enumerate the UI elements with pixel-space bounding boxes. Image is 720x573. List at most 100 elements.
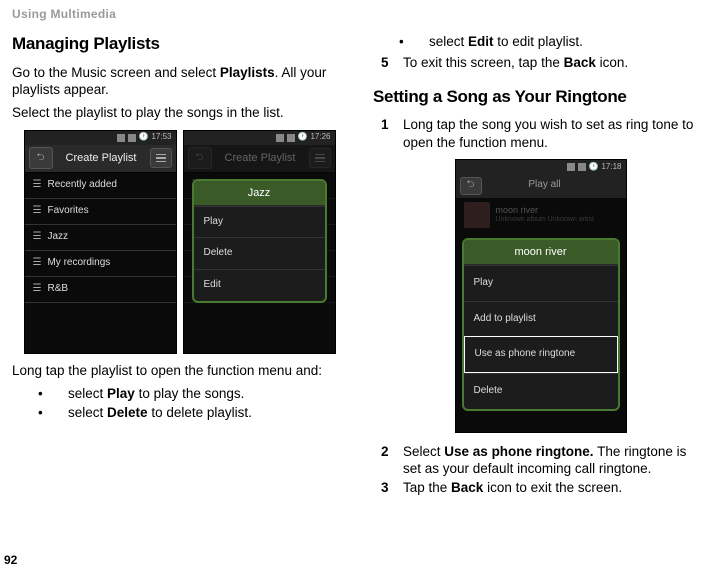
text: Long tap the song you wish to set as rin… bbox=[403, 116, 708, 151]
text: select bbox=[68, 405, 107, 420]
status-icons: 🕐 17:18 bbox=[567, 162, 622, 172]
list-label: Favorites bbox=[47, 205, 88, 218]
battery-icon bbox=[578, 163, 586, 171]
delete-bold: Delete bbox=[107, 405, 148, 420]
status-bar: 🕐 17:18 bbox=[456, 160, 626, 174]
list-item[interactable]: ☰ Favorites bbox=[25, 199, 176, 225]
context-menu-title: moon river bbox=[464, 240, 618, 265]
playlist-screenshots: 🕐 17:53 ⮌ Create Playlist ☰Recently adde… bbox=[12, 130, 347, 354]
list-item[interactable]: ☰ R&B bbox=[25, 277, 176, 303]
long-tap-para: Long tap the playlist to open the functi… bbox=[12, 362, 347, 379]
status-icons: 🕐 17:53 bbox=[117, 132, 172, 142]
text: Select bbox=[403, 444, 444, 459]
right-column: • select Edit to edit playlist. 5 To exi… bbox=[373, 29, 708, 501]
context-menu-title: Jazz bbox=[194, 181, 325, 206]
section-header: Using Multimedia bbox=[0, 0, 720, 21]
menu-item-delete[interactable]: Delete bbox=[464, 373, 618, 409]
time: 17:18 bbox=[601, 162, 621, 172]
list-label: R&B bbox=[47, 283, 68, 296]
columns: Managing Playlists Go to the Music scree… bbox=[0, 21, 720, 501]
edit-bold: Edit bbox=[468, 34, 494, 49]
text: To exit this screen, tap the bbox=[403, 55, 564, 70]
playlist-topbar: ⮌ Create Playlist bbox=[25, 145, 176, 173]
track-name: moon river bbox=[496, 205, 618, 217]
playlist-topbar: ⮌ Create Playlist bbox=[184, 145, 335, 173]
back-icon[interactable]: ⮌ bbox=[29, 147, 53, 169]
back-bold: Back bbox=[451, 480, 483, 495]
bullet-item: • select Delete to delete playlist. bbox=[38, 404, 347, 421]
list-icon: ☰ bbox=[33, 257, 42, 270]
create-playlist-button[interactable]: Create Playlist bbox=[216, 151, 305, 165]
intro-para: Go to the Music screen and select Playli… bbox=[12, 64, 347, 99]
clock-icon: 🕐 bbox=[589, 162, 599, 172]
list-icon: ☰ bbox=[33, 205, 42, 218]
list-icon: ☰ bbox=[33, 231, 42, 244]
list-item[interactable]: ☰ Jazz bbox=[25, 225, 176, 251]
back-icon[interactable]: ⮌ bbox=[460, 177, 482, 195]
play-bold: Play bbox=[107, 386, 135, 401]
create-playlist-button[interactable]: Create Playlist bbox=[57, 151, 146, 165]
text: icon to exit the screen. bbox=[483, 480, 622, 495]
clock-icon: 🕐 bbox=[298, 132, 308, 142]
play-all-button[interactable]: Play all bbox=[486, 179, 604, 192]
list-item[interactable]: ☰ My recordings bbox=[25, 251, 176, 277]
page-number: 92 bbox=[4, 553, 17, 567]
menu-item-play[interactable]: Play bbox=[464, 265, 618, 301]
context-menu: moon river Play Add to playlist Use as p… bbox=[462, 238, 620, 411]
text: select bbox=[429, 34, 468, 49]
ringtone-phone: 🕐 17:18 ⮌ Play all moon river Unknown al… bbox=[455, 159, 627, 433]
ringtone-heading: Setting a Song as Your Ringtone bbox=[373, 86, 708, 108]
select-para: Select the playlist to play the songs in… bbox=[12, 104, 347, 121]
managing-playlists-heading: Managing Playlists bbox=[12, 33, 347, 55]
bullet-list-cont: • select Edit to edit playlist. bbox=[399, 33, 708, 50]
context-menu: Jazz Play Delete Edit bbox=[192, 179, 327, 303]
text: to delete playlist. bbox=[148, 405, 252, 420]
menu-item-delete[interactable]: Delete bbox=[194, 237, 325, 269]
battery-icon bbox=[128, 134, 136, 142]
playlists-bold: Playlists bbox=[220, 65, 275, 80]
time: 17:53 bbox=[151, 132, 171, 142]
text: Tap the bbox=[403, 480, 451, 495]
now-playing: moon river Unknown album Unknown artist bbox=[456, 198, 626, 232]
text: select bbox=[68, 386, 107, 401]
text: to play the songs. bbox=[135, 386, 245, 401]
step-list: 5 To exit this screen, tap the Back icon… bbox=[381, 54, 708, 71]
signal-icon bbox=[276, 134, 284, 142]
back-bold: Back bbox=[564, 55, 596, 70]
ringtone-bold: Use as phone ringtone. bbox=[444, 444, 593, 459]
text: icon. bbox=[596, 55, 628, 70]
step-5: 5 To exit this screen, tap the Back icon… bbox=[381, 54, 708, 71]
signal-icon bbox=[567, 163, 575, 171]
back-icon[interactable]: ⮌ bbox=[188, 147, 212, 169]
battery-icon bbox=[287, 134, 295, 142]
step-3: 3 Tap the Back icon to exit the screen. bbox=[381, 479, 708, 496]
step-2: 2 Select Use as phone ringtone. The ring… bbox=[381, 443, 708, 478]
status-bar: 🕐 17:26 bbox=[184, 131, 335, 145]
album-cover bbox=[464, 202, 490, 228]
signal-icon bbox=[117, 134, 125, 142]
list-label: My recordings bbox=[47, 257, 110, 270]
menu-item-add-playlist[interactable]: Add to playlist bbox=[464, 301, 618, 337]
bullet-item: • select Edit to edit playlist. bbox=[399, 33, 708, 50]
step-list: 2 Select Use as phone ringtone. The ring… bbox=[381, 443, 708, 497]
list-item[interactable]: ☰Recently added bbox=[25, 173, 176, 199]
clock-icon: 🕐 bbox=[139, 132, 149, 142]
text: to edit playlist. bbox=[494, 34, 583, 49]
menu-item-ringtone[interactable]: Use as phone ringtone bbox=[464, 336, 618, 373]
left-column: Managing Playlists Go to the Music scree… bbox=[12, 29, 347, 501]
menu-item-play[interactable]: Play bbox=[194, 206, 325, 238]
bullet-item: • select Play to play the songs. bbox=[38, 385, 347, 402]
playlist-phone-popup: 🕐 17:26 ⮌ Create Playlist ☰Recently adde… bbox=[183, 130, 336, 354]
status-bar: 🕐 17:53 bbox=[25, 131, 176, 145]
bullet-list: • select Play to play the songs. • selec… bbox=[38, 385, 347, 422]
menu-icon[interactable] bbox=[150, 148, 172, 168]
menu-item-edit[interactable]: Edit bbox=[194, 269, 325, 301]
list-label: Recently added bbox=[47, 179, 117, 192]
list-icon: ☰ bbox=[33, 283, 42, 296]
step-1: 1 Long tap the song you wish to set as r… bbox=[381, 116, 708, 151]
track-meta: Unknown album Unknown artist bbox=[496, 216, 618, 225]
playlist-phone-list: 🕐 17:53 ⮌ Create Playlist ☰Recently adde… bbox=[24, 130, 177, 354]
status-icons: 🕐 17:26 bbox=[276, 132, 331, 142]
list-label: Jazz bbox=[47, 231, 68, 244]
menu-icon[interactable] bbox=[309, 148, 331, 168]
